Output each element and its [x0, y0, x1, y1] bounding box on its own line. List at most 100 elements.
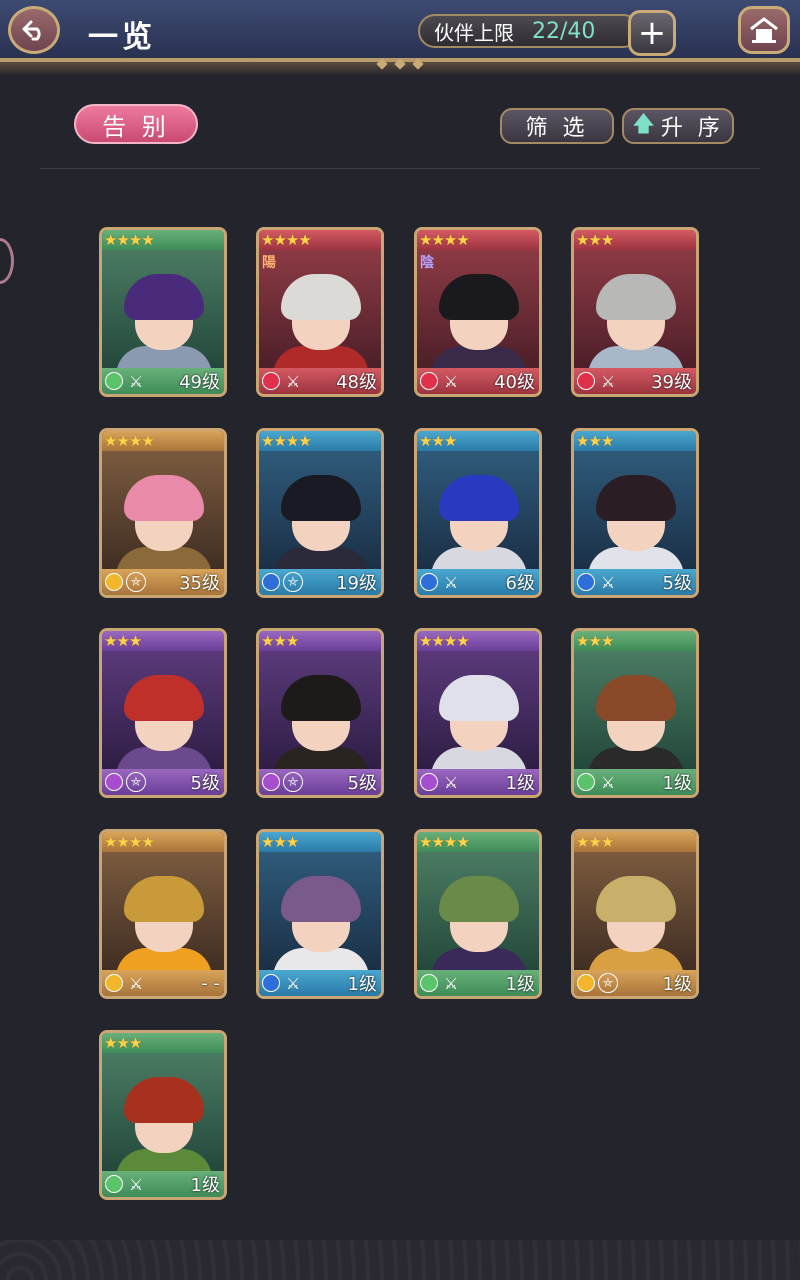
rarity-stars: ★★★	[576, 432, 614, 450]
page-title: 一览	[88, 20, 156, 55]
pentagram-icon: ⛤	[126, 572, 146, 592]
character-card[interactable]: 陰 ★★★★ ⚔ 40级	[414, 227, 542, 397]
character-card[interactable]: ★★★ ⚔ 6级	[414, 428, 542, 598]
card-footer: ⚔ 1级	[102, 1171, 224, 1197]
card-rarity-band: ★★★	[574, 631, 696, 651]
character-portrait	[102, 651, 224, 777]
rarity-stars: ★★★	[261, 632, 299, 650]
green-attribute-icon	[105, 1175, 123, 1193]
rarity-stars: ★★★★	[104, 833, 155, 851]
card-footer: ⚔ 1级	[417, 769, 539, 795]
capacity-label: 伙伴上限	[434, 20, 514, 45]
level-label: 6级	[505, 573, 535, 594]
yin-yang-badge: 陽	[262, 255, 276, 271]
home-button[interactable]	[738, 6, 790, 54]
crossed-swords-icon: ⚔	[443, 371, 459, 391]
card-footer: ⚔ 5级	[574, 569, 696, 595]
pentagram-icon: ⛤	[283, 572, 303, 592]
crossed-swords-icon: ⚔	[128, 1174, 144, 1194]
crossed-swords-icon: ⚔	[443, 772, 459, 792]
character-portrait: 陽	[259, 250, 381, 376]
character-card[interactable]: ★★★★ ⚔ 1级	[414, 628, 542, 798]
card-rarity-band: ★★★	[417, 431, 539, 451]
character-portrait: 陰	[417, 250, 539, 376]
character-portrait	[102, 852, 224, 978]
card-footer: ⚔ 1级	[259, 970, 381, 996]
yellow-attribute-icon	[105, 974, 123, 992]
character-card[interactable]: ★★★ ⚔ 1级	[571, 628, 699, 798]
character-portrait	[102, 250, 224, 376]
character-portrait	[417, 651, 539, 777]
level-label: 5级	[662, 573, 692, 594]
back-button[interactable]	[8, 6, 60, 54]
card-footer: ⚔ 39级	[574, 368, 696, 394]
level-label: - -	[201, 972, 220, 994]
card-rarity-band: ★★★★	[102, 230, 224, 250]
character-card[interactable]: ★★★ ⚔ 39级	[571, 227, 699, 397]
character-card[interactable]: ★★★ ⛤ 5级	[256, 628, 384, 798]
purple-attribute-icon	[262, 773, 280, 791]
green-attribute-icon	[105, 372, 123, 390]
card-rarity-band: ★★★	[574, 832, 696, 852]
character-portrait	[574, 852, 696, 978]
filter-button[interactable]: 筛 选	[500, 108, 614, 144]
farewell-button[interactable]: 告 别	[74, 104, 198, 144]
portrait-hair	[596, 475, 676, 521]
card-rarity-band: ★★★	[574, 230, 696, 250]
sort-button[interactable]: 🡅 升 序	[622, 108, 734, 144]
level-label: 19级	[336, 573, 377, 594]
rarity-stars: ★★★	[576, 632, 614, 650]
portrait-hair	[596, 675, 676, 721]
portrait-hair	[124, 876, 204, 922]
card-rarity-band: ★★★	[259, 832, 381, 852]
yellow-attribute-icon	[105, 573, 123, 591]
card-rarity-band: ★★★	[102, 1033, 224, 1053]
card-footer: ⛤ 35级	[102, 569, 224, 595]
character-card[interactable]: ★★★★ ⚔ 1级	[414, 829, 542, 999]
portrait-hair	[439, 876, 519, 922]
character-card[interactable]: 陽 ★★★★ ⚔ 48级	[256, 227, 384, 397]
portrait-hair	[124, 1077, 204, 1123]
card-rarity-band: ★★★★	[417, 832, 539, 852]
card-rarity-band: ★★★	[574, 431, 696, 451]
card-footer: ⚔ - -	[102, 970, 224, 996]
character-card[interactable]: ★★★★ ⛤ 19级	[256, 428, 384, 598]
character-card[interactable]: ★★★ ⛤ 1级	[571, 829, 699, 999]
side-tab-handle[interactable]	[0, 238, 14, 284]
character-card[interactable]: ★★★ ⚔ 1级	[99, 1030, 227, 1200]
level-label: 1级	[347, 974, 377, 995]
crossed-swords-icon: ⚔	[443, 973, 459, 993]
character-card[interactable]: ★★★★ ⚔ - -	[99, 829, 227, 999]
card-footer: ⚔ 1级	[417, 970, 539, 996]
character-portrait	[417, 451, 539, 577]
character-portrait	[259, 651, 381, 777]
level-label: 1级	[190, 1175, 220, 1196]
character-card[interactable]: ★★★★ ⚔ 49级	[99, 227, 227, 397]
card-footer: ⚔ 49级	[102, 368, 224, 394]
card-rarity-band: ★★★★	[259, 431, 381, 451]
level-label: 1级	[662, 974, 692, 995]
character-portrait	[574, 451, 696, 577]
character-card[interactable]: ★★★★ ⛤ 35级	[99, 428, 227, 598]
rarity-stars: ★★★★	[104, 231, 155, 249]
character-portrait	[259, 451, 381, 577]
card-rarity-band: ★★★★	[259, 230, 381, 250]
divider	[40, 168, 760, 169]
rarity-stars: ★★★	[576, 833, 614, 851]
card-rarity-band: ★★★★	[417, 631, 539, 651]
expand-capacity-button[interactable]: +	[628, 10, 676, 56]
character-card[interactable]: ★★★ ⛤ 5级	[99, 628, 227, 798]
rarity-stars: ★★★	[261, 833, 299, 851]
character-card[interactable]: ★★★ ⚔ 5级	[571, 428, 699, 598]
green-attribute-icon	[420, 974, 438, 992]
crossed-swords-icon: ⚔	[600, 772, 616, 792]
divider-ornament	[376, 58, 424, 72]
portrait-hair	[124, 675, 204, 721]
rarity-stars: ★★★	[104, 632, 142, 650]
character-card[interactable]: ★★★ ⚔ 1级	[256, 829, 384, 999]
level-label: 1级	[505, 974, 535, 995]
character-portrait	[102, 1053, 224, 1179]
card-footer: ⛤ 5级	[259, 769, 381, 795]
red-attribute-icon	[577, 372, 595, 390]
blue-attribute-icon	[262, 573, 280, 591]
